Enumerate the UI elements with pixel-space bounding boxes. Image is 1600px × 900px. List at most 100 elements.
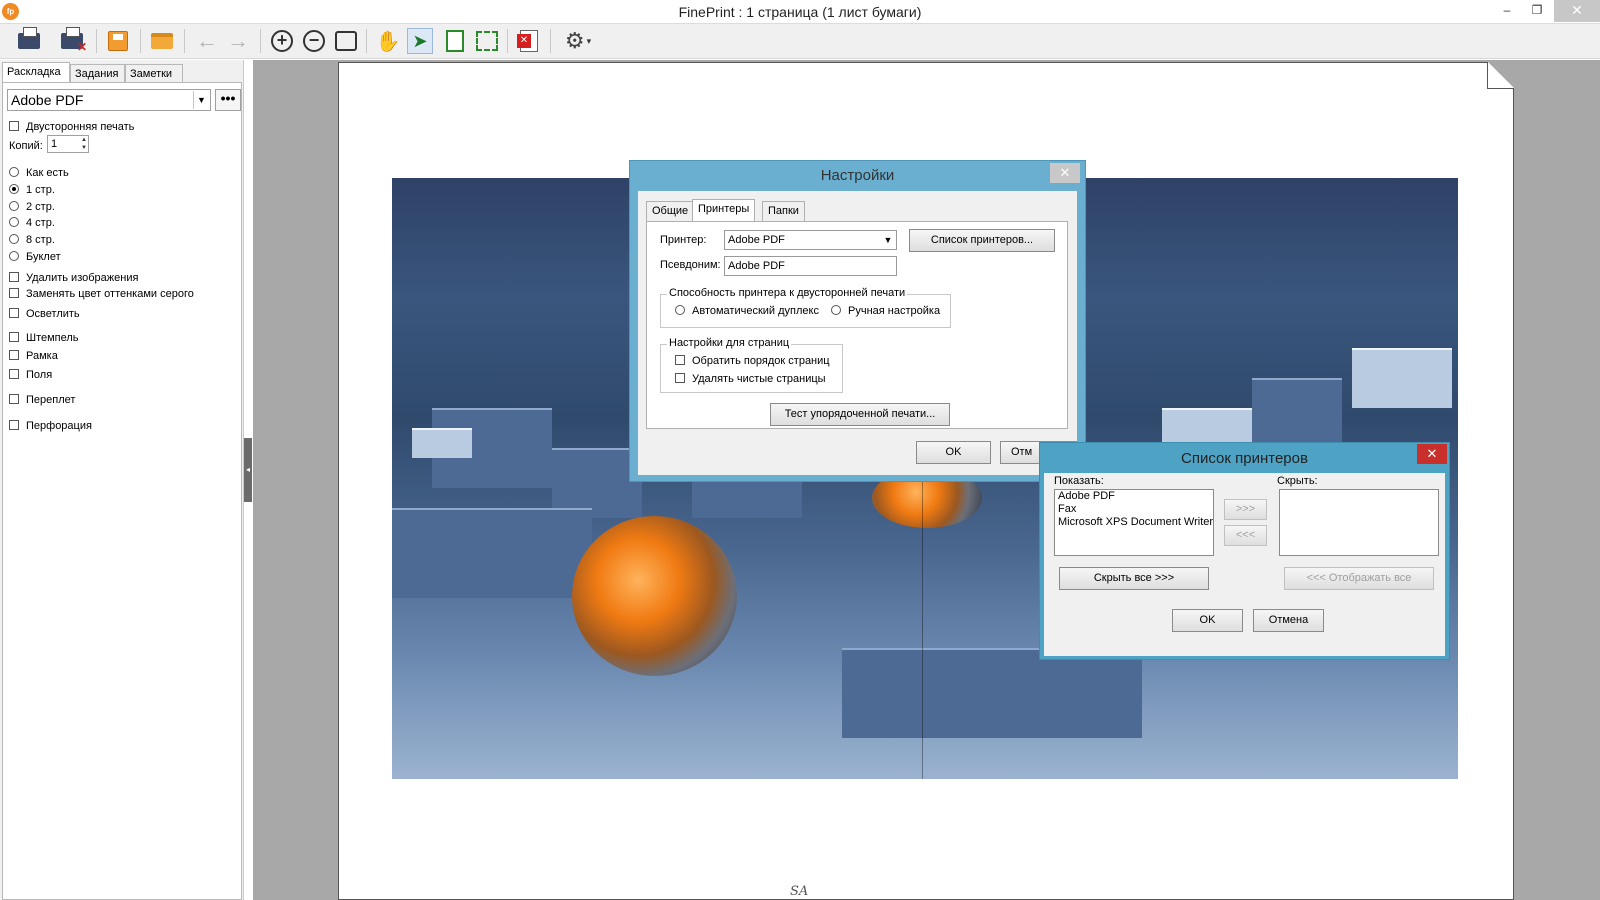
show-all-button[interactable]: <<< Отображать все [1284, 567, 1434, 590]
checkbox-box [9, 394, 19, 404]
settings-dialog: Настройки ✕ Общие Принтеры Папки Принтер… [629, 160, 1086, 482]
duplex-auto-label: Автоматический дуплекс [692, 305, 819, 317]
duplex-auto-radio[interactable]: Автоматический дуплекс [675, 305, 819, 317]
duplex-group-title: Способность принтера к двусторонней печа… [667, 287, 908, 299]
settings-dialog-title: Настройки [820, 167, 895, 184]
binding-checkbox[interactable]: Переплет [9, 393, 75, 409]
cancel-print-button[interactable] [57, 27, 87, 55]
lighten-label: Осветлить [26, 308, 80, 320]
settings-printer-select[interactable]: Adobe PDF ▼ [724, 230, 897, 250]
restore-button[interactable]: ❐ [1526, 0, 1548, 22]
page-fold-corner [1487, 62, 1515, 89]
settings-close-button[interactable]: ✕ [1050, 163, 1080, 183]
tab-jobs[interactable]: Задания [70, 64, 125, 83]
print-button[interactable] [14, 27, 44, 55]
settings-ok-button[interactable]: OK [916, 441, 991, 464]
save-button[interactable] [103, 27, 133, 55]
move-left-button[interactable]: <<< [1224, 525, 1267, 546]
checkbox-box [9, 369, 19, 379]
layout-radio-booklet[interactable]: Буклет [9, 250, 61, 266]
toolbar-separator [140, 29, 141, 53]
toolbar-separator [260, 29, 261, 53]
hand-tool-button[interactable]: ✋ [373, 27, 403, 55]
layout-radio-1up[interactable]: 1 стр. [9, 183, 55, 199]
add-sheet-button[interactable] [440, 27, 470, 55]
tab-layout[interactable]: Раскладка [2, 62, 70, 84]
zoom-out-icon: − [303, 30, 325, 52]
toolbar-separator [507, 29, 508, 53]
toolbar-separator [366, 29, 367, 53]
tab-notes[interactable]: Заметки [125, 64, 183, 83]
pointer-tool-button[interactable]: ➤ [405, 27, 435, 55]
remove-images-label: Удалить изображения [26, 272, 139, 284]
window-title: FinePrint : 1 страница (1 лист бумаги) [678, 4, 922, 20]
delete-page-icon [517, 30, 538, 52]
delete-page-button[interactable] [514, 27, 544, 55]
printer-list-close-button[interactable]: ✕ [1417, 444, 1447, 464]
hide-all-button[interactable]: Скрыть все >>> [1059, 567, 1209, 590]
tab-general[interactable]: Общие [646, 201, 695, 221]
title-bar: fp FinePrint : 1 страница (1 лист бумаги… [0, 0, 1600, 24]
printer-list-ok-button[interactable]: OK [1172, 609, 1243, 632]
reverse-order-checkbox[interactable]: Обратить порядок страниц [675, 355, 830, 367]
printer-properties-button[interactable]: ••• [215, 89, 241, 111]
stamp-checkbox[interactable]: Штемпель [9, 331, 79, 347]
remove-images-checkbox[interactable]: Удалить изображения [9, 271, 138, 287]
hidden-printers-list[interactable] [1279, 489, 1439, 556]
fit-page-button[interactable] [331, 27, 361, 55]
tab-folders[interactable]: Папки [762, 201, 805, 221]
list-item[interactable]: Microsoft XPS Document Writer [1055, 516, 1213, 529]
toolbar: ← → + − ✋ ➤ ⚙ ▾ [0, 24, 1600, 59]
gear-icon: ⚙ [564, 28, 585, 53]
chevron-down-icon: ▾ [586, 35, 592, 46]
minimize-button[interactable]: – [1496, 0, 1518, 22]
printer-list-cancel-button[interactable]: Отмена [1253, 609, 1324, 632]
punch-label: Перфорация [26, 420, 92, 432]
lighten-checkbox[interactable]: Осветлить [9, 307, 80, 323]
frame-checkbox[interactable]: Рамка [9, 349, 58, 365]
zoom-in-button[interactable]: + [267, 27, 297, 55]
test-print-button[interactable]: Тест упорядоченной печати... [770, 403, 950, 426]
settings-menu-button[interactable]: ⚙ ▾ [556, 27, 600, 55]
binding-label: Переплет [26, 394, 76, 406]
duplex-manual-label: Ручная настройка [848, 305, 941, 317]
list-item[interactable]: Adobe PDF [1055, 490, 1213, 503]
pages-group: Настройки для страниц Обратить порядок с… [660, 337, 843, 393]
image-block [1252, 378, 1342, 448]
duplex-manual-radio[interactable]: Ручная настройка [831, 305, 940, 317]
close-button[interactable]: ✕ [1554, 0, 1600, 22]
panel-splitter[interactable]: ◂ [244, 438, 252, 502]
layout-radio-2up[interactable]: 2 стр. [9, 200, 55, 216]
forward-button[interactable]: → [223, 27, 253, 55]
back-button[interactable]: ← [192, 27, 222, 55]
chevron-down-icon: ▼ [883, 235, 893, 245]
margins-checkbox[interactable]: Поля [9, 368, 52, 384]
duplex-checkbox[interactable]: Двусторонняя печать [9, 120, 134, 136]
settings-printer-value: Adobe PDF [728, 234, 785, 246]
move-right-button[interactable]: >>> [1224, 499, 1267, 520]
margins-label: Поля [26, 369, 53, 381]
checkbox-box [9, 332, 19, 342]
save-icon [108, 31, 128, 51]
grayscale-checkbox[interactable]: Заменять цвет оттенками серого [9, 287, 194, 303]
copies-spinner[interactable]: ▲ ▼ [81, 136, 89, 152]
settings-client: Общие Принтеры Папки Принтер: Adobe PDF … [638, 191, 1077, 475]
printer-select[interactable]: Adobe PDF ▼ [7, 89, 211, 111]
layout-radio-as-is[interactable]: Как есть [9, 166, 69, 182]
open-button[interactable] [147, 27, 177, 55]
zoom-out-button[interactable]: − [299, 27, 329, 55]
radio-circle [9, 217, 19, 227]
layout-radio-8up[interactable]: 8 стр. [9, 233, 55, 249]
printer-select-value: Adobe PDF [11, 92, 84, 108]
checkbox-box [9, 288, 19, 298]
remove-blank-checkbox[interactable]: Удалять чистые страницы [675, 373, 826, 385]
layout-radio-4up[interactable]: 4 стр. [9, 216, 55, 232]
alias-input[interactable]: Adobe PDF [724, 256, 897, 276]
tab-printers[interactable]: Принтеры [692, 199, 756, 222]
select-area-button[interactable] [472, 27, 502, 55]
pages-group-title: Настройки для страниц [667, 337, 792, 349]
printer-list-button[interactable]: Список принтеров... [909, 229, 1055, 252]
list-item[interactable]: Fax [1055, 503, 1213, 516]
shown-printers-list[interactable]: Adobe PDF Fax Microsoft XPS Document Wri… [1054, 489, 1214, 556]
punch-checkbox[interactable]: Перфорация [9, 419, 92, 435]
